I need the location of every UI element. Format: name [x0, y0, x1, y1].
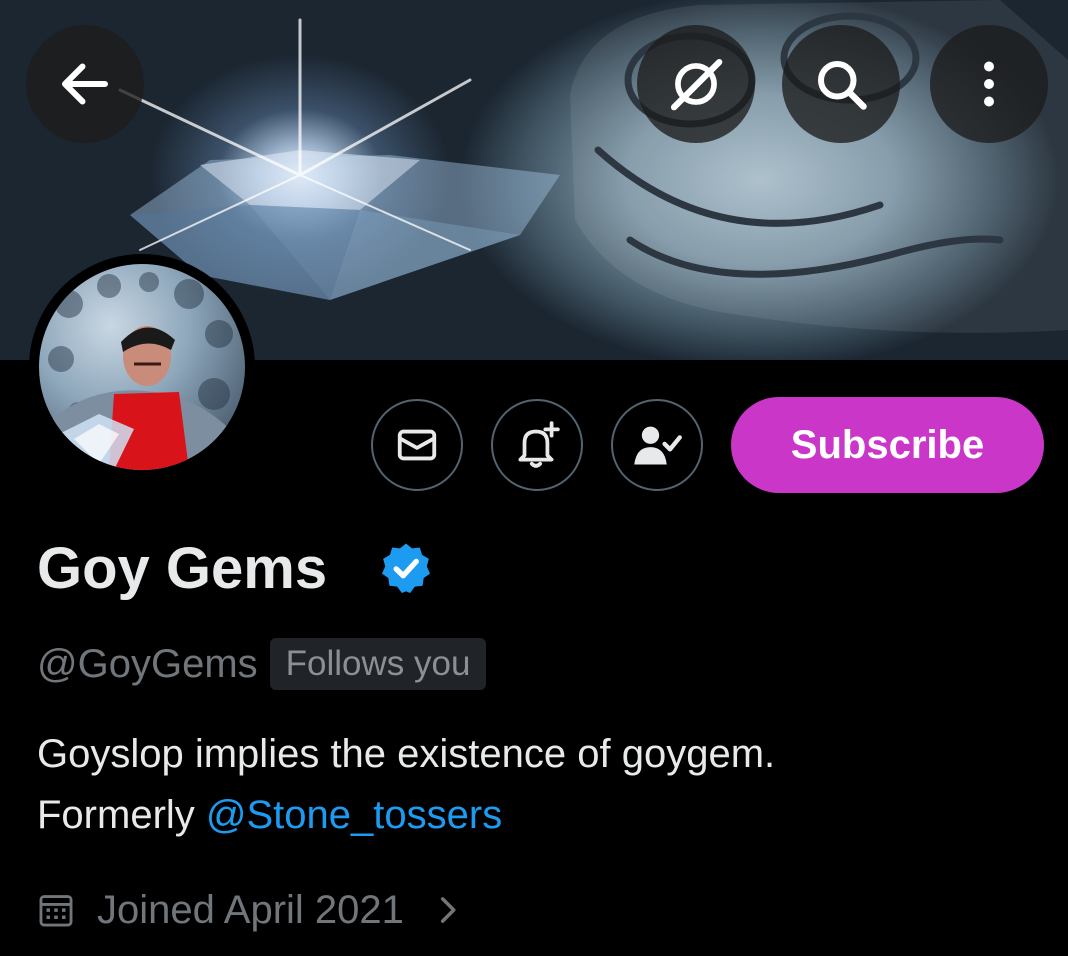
- avatar-image: [39, 264, 245, 470]
- more-vertical-icon: [984, 61, 994, 107]
- follows-you-badge: Follows you: [269, 638, 487, 690]
- bio-mention-link[interactable]: @Stone_tossers: [206, 793, 502, 837]
- search-button[interactable]: [782, 25, 900, 143]
- user-handle: @GoyGems: [37, 641, 258, 686]
- search-icon: [818, 61, 867, 110]
- joined-date-row[interactable]: Joined April 2021: [37, 880, 464, 940]
- profile-avatar[interactable]: [29, 254, 255, 480]
- bell-plus-icon: [518, 421, 560, 468]
- back-button[interactable]: [26, 25, 144, 143]
- message-button[interactable]: [371, 399, 463, 491]
- person-check-icon: [634, 426, 682, 465]
- joined-date-text: Joined April 2021: [97, 887, 404, 932]
- calendar-icon: [39, 895, 73, 927]
- grok-button[interactable]: [637, 25, 755, 143]
- arrow-left-icon: [62, 63, 108, 105]
- following-button[interactable]: [611, 399, 703, 491]
- bio-line-2: Formerly @Stone_tossers: [37, 785, 1037, 846]
- bio-formerly-text: Formerly: [37, 793, 206, 837]
- profile-bio: Goyslop implies the existence of goygem.…: [37, 724, 1037, 846]
- handle-row: @GoyGems Follows you: [37, 636, 487, 692]
- verified-badge-icon[interactable]: [378, 540, 434, 596]
- bio-line-1: Goyslop implies the existence of goygem.: [37, 732, 776, 776]
- chevron-right-icon: [440, 897, 456, 923]
- subscribe-button[interactable]: Subscribe: [731, 397, 1044, 493]
- display-name: Goy Gems: [37, 536, 328, 601]
- envelope-icon: [397, 429, 437, 461]
- avatar-artwork: [39, 272, 239, 470]
- notifications-button[interactable]: [491, 399, 583, 491]
- grok-icon: [670, 58, 723, 111]
- more-options-button[interactable]: [930, 25, 1048, 143]
